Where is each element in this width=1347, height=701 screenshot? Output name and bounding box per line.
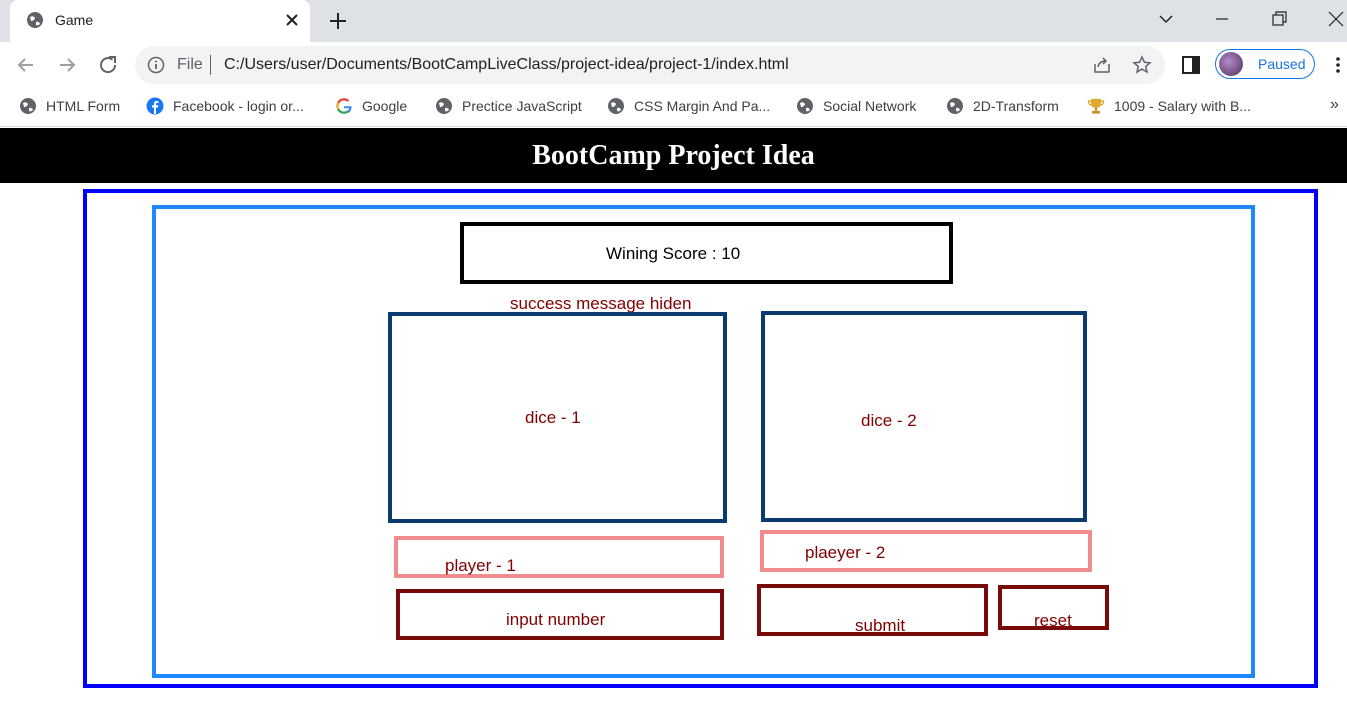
tab-game[interactable]: Game: [10, 0, 310, 42]
info-icon[interactable]: [147, 56, 165, 74]
bookmarks-bar: HTML Form Facebook - login or... Google …: [0, 88, 1347, 127]
bookmark-label: Social Network: [823, 98, 917, 114]
reset-button-label: reset: [1034, 611, 1072, 630]
close-icon[interactable]: [282, 10, 302, 30]
submit-button-label: submit: [855, 616, 906, 635]
reload-icon[interactable]: [96, 53, 120, 77]
browser-toolbar: File C:/Users/user/Documents/BootCampLiv…: [0, 42, 1347, 88]
minimize-icon[interactable]: [1212, 9, 1232, 29]
scheme-separator: [210, 55, 211, 75]
dice-2-box: [761, 311, 1087, 522]
globe-icon: [27, 12, 43, 28]
scheme-label: File: [177, 56, 203, 73]
bookmark-item[interactable]: Facebook - login or...: [146, 96, 304, 116]
google-icon: [336, 98, 352, 114]
new-tab-icon[interactable]: [326, 9, 350, 33]
restore-icon[interactable]: [1269, 9, 1289, 29]
player-2-label: plaeyer - 2: [805, 543, 886, 562]
dice-1-label: dice - 1: [525, 408, 581, 427]
globe-icon: [797, 98, 813, 114]
profile-button[interactable]: Paused: [1215, 49, 1315, 79]
bookmark-label: Google: [362, 98, 408, 114]
bookmark-label: 1009 - Salary with B...: [1114, 98, 1251, 114]
bookmark-label: 2D-Transform: [973, 98, 1059, 114]
bookmarks-overflow-button[interactable]: »: [1330, 96, 1339, 114]
back-icon[interactable]: [14, 53, 38, 77]
bookmark-label: HTML Form: [46, 98, 121, 114]
tab-search-chevron-icon[interactable]: [1156, 9, 1176, 29]
side-panel-icon[interactable]: [1181, 55, 1201, 75]
address-bar[interactable]: File C:/Users/user/Documents/BootCampLiv…: [135, 46, 1165, 84]
bookmark-item[interactable]: Social Network: [796, 96, 916, 116]
dice-2-label: dice - 2: [861, 411, 917, 430]
avatar: [1219, 52, 1243, 76]
bookmark-item[interactable]: CSS Margin And Pa...: [607, 96, 770, 116]
tab-strip: Game: [0, 0, 1347, 42]
forward-icon[interactable]: [55, 53, 79, 77]
success-message: success message hiden: [510, 294, 692, 313]
tab-title: Game: [55, 12, 94, 28]
globe-icon: [436, 98, 452, 114]
globe-icon: [947, 98, 963, 114]
winning-score-text: Wining Score : 10: [606, 244, 741, 263]
globe-icon: [20, 98, 36, 114]
page-title: BootCamp Project Idea: [0, 128, 1347, 183]
bookmark-item[interactable]: Prectice JavaScript: [435, 96, 582, 116]
share-icon[interactable]: [1092, 55, 1112, 75]
bookmark-item[interactable]: HTML Form: [19, 96, 120, 116]
more-menu-icon[interactable]: [1330, 55, 1346, 75]
profile-status: Paused: [1258, 56, 1306, 72]
facebook-icon: [146, 97, 164, 115]
player-1-box: [394, 536, 724, 578]
bookmark-item[interactable]: Google: [335, 96, 407, 116]
bookmark-item[interactable]: 1009 - Salary with B...: [1087, 96, 1251, 116]
trophy-icon: [1087, 99, 1105, 114]
number-input-placeholder: input number: [506, 610, 606, 629]
bookmark-star-icon[interactable]: [1132, 55, 1152, 75]
bookmark-label: Facebook - login or...: [173, 98, 304, 114]
window-close-icon[interactable]: [1326, 9, 1346, 29]
url-text[interactable]: C:/Users/user/Documents/BootCampLiveClas…: [224, 56, 789, 74]
bookmark-label: CSS Margin And Pa...: [634, 98, 771, 114]
bookmark-label: Prectice JavaScript: [462, 98, 582, 114]
globe-icon: [608, 98, 624, 114]
player-1-label: player - 1: [445, 556, 516, 575]
bookmark-item[interactable]: 2D-Transform: [946, 96, 1059, 116]
